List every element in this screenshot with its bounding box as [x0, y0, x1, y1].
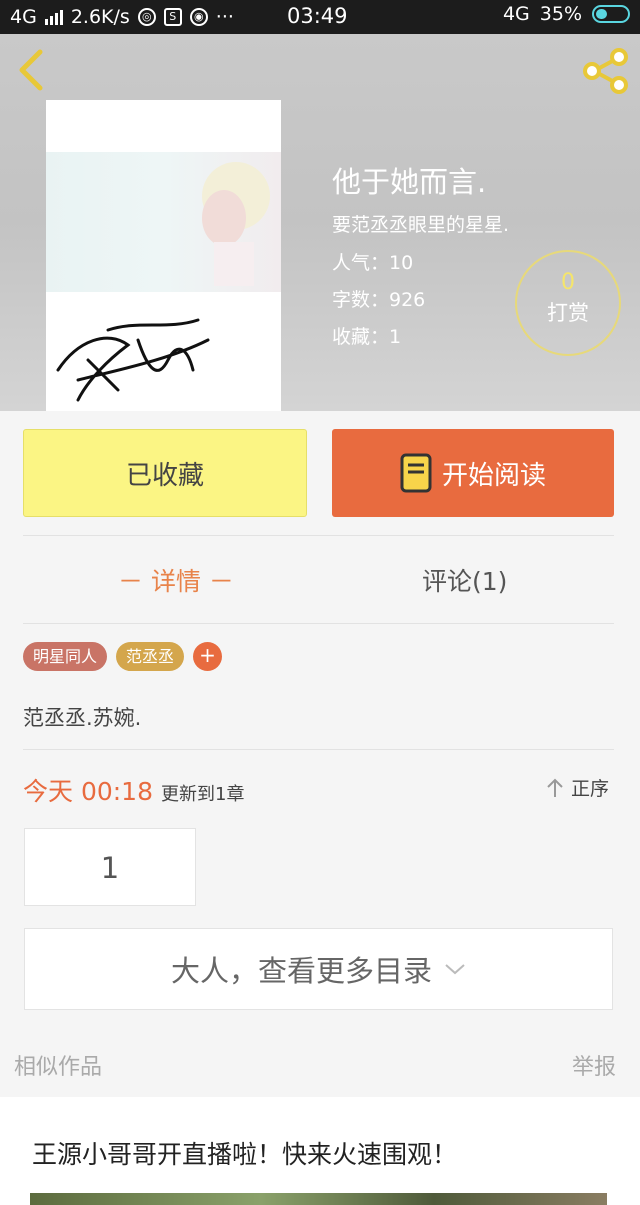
tip-button[interactable]: 0 打赏 [515, 250, 621, 356]
popularity-stat: 人气：10 [332, 252, 414, 274]
network-speed: 2.6K/s [70, 6, 130, 28]
cover-portrait [202, 162, 270, 286]
clock: 03:49 [287, 4, 348, 28]
favorited-button[interactable]: 已收藏 [23, 429, 307, 517]
signal-icon [44, 9, 63, 25]
book-subtitle: 要范丞丞眼里的星星. [332, 214, 510, 236]
promo-card[interactable]: 王源小哥哥开直播啦！快来火速围观！ [0, 1097, 640, 1205]
tip-count: 0 [561, 270, 575, 295]
share-icon[interactable] [580, 46, 630, 96]
book-description: 范丞丞.苏婉. [23, 706, 142, 730]
sort-label: 正序 [571, 778, 610, 800]
book-header: 他于她而言. 要范丞丞眼里的星星. 人气：10 字数：926 收藏：1 0 打赏 [0, 34, 640, 411]
divider [23, 623, 614, 624]
battery-percent: 35% [539, 3, 582, 25]
chevron-down-icon [445, 964, 465, 975]
start-reading-button[interactable]: 开始阅读 [332, 429, 614, 517]
update-time: 今天 00:18 [23, 777, 153, 806]
book-cover [46, 100, 281, 411]
tab-comment[interactable]: 评论(1) [422, 562, 507, 598]
tag-list: 明星同人 范丞丞 + [23, 642, 223, 671]
network-type: 4G [10, 6, 37, 28]
divider [23, 535, 614, 536]
tag-celebrity-fanfic[interactable]: 明星同人 [23, 642, 108, 671]
favorites-stat: 收藏：1 [332, 326, 402, 348]
network-type-right: 4G [502, 3, 530, 25]
status-left: 4G 2.6K/s ◎ S ◉ ··· [10, 6, 234, 28]
more-catalog-button[interactable]: 大人，查看更多目录 [24, 928, 613, 1010]
more-notifications: ··· [215, 6, 234, 28]
app-notification-icon: S [163, 8, 182, 26]
arrow-up-icon [547, 778, 563, 797]
add-tag-button[interactable]: + [193, 642, 223, 671]
book-icon [400, 453, 432, 493]
favorited-label: 已收藏 [125, 460, 204, 491]
start-reading-label: 开始阅读 [441, 460, 546, 491]
back-icon[interactable] [14, 46, 48, 94]
tip-label: 打赏 [547, 301, 589, 325]
divider [23, 749, 614, 750]
update-text: 更新到1章 [161, 784, 245, 805]
promo-title: 王源小哥哥开直播啦！快来火速围观！ [32, 1140, 458, 1169]
status-right: 4G 35% [503, 3, 630, 25]
report-link[interactable]: 举报 [572, 1049, 616, 1081]
weibo-notification-icon: ◎ [137, 8, 156, 26]
word-count-stat: 字数：926 [332, 289, 426, 311]
status-bar: 4G 2.6K/s ◎ S ◉ ··· 03:49 4G 35% [0, 0, 640, 34]
more-catalog-label: 大人，查看更多目录 [170, 954, 432, 988]
promo-image [30, 1193, 607, 1205]
similar-works-label: 相似作品 [14, 1055, 103, 1080]
chapter-item[interactable]: 1 [24, 828, 196, 906]
battery-icon [592, 5, 630, 23]
tab-detail[interactable]: － 详情 － [118, 562, 234, 598]
update-info: 今天 00:18 更新到1章 [23, 772, 244, 808]
book-title: 他于她而言. [332, 165, 487, 199]
sort-order-button[interactable]: 正序 [545, 774, 609, 801]
tag-fan-chengcheng[interactable]: 范丞丞 [116, 642, 185, 671]
signature-icon [56, 318, 210, 402]
weibo-icon: ◉ [189, 8, 208, 26]
